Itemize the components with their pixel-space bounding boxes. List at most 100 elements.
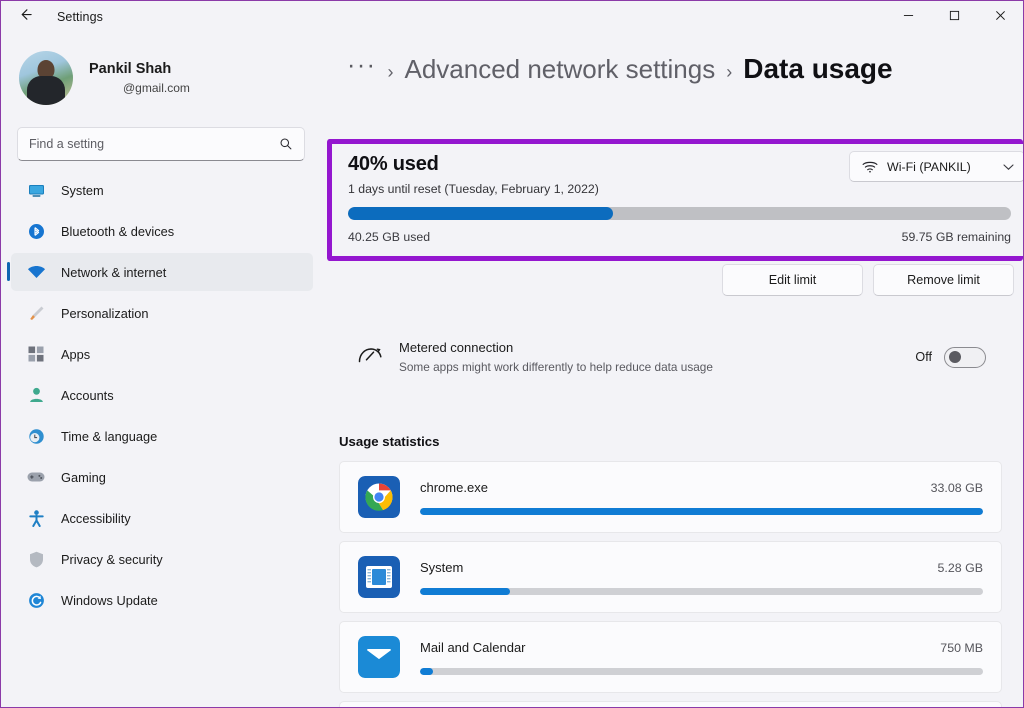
gamepad-icon — [25, 467, 47, 487]
data-usage-progress-fill — [348, 207, 614, 220]
breadcrumb-separator-icon: › — [726, 62, 733, 82]
app-size: 5.28 GB — [937, 560, 983, 575]
breadcrumb: ··· › Advanced network settings › Data u… — [321, 33, 1023, 95]
clock-globe-icon — [25, 426, 47, 446]
search-input[interactable] — [29, 137, 279, 151]
shield-icon — [25, 549, 47, 569]
list-item-body: System 5.28 GB — [420, 560, 983, 595]
sidebar-item-label: Time & language — [61, 428, 158, 444]
app-usage-bar-fill — [420, 507, 983, 515]
usage-statistics-list: chrome.exe 33.08 GB System 5.28 GB Mail … — [339, 461, 1002, 707]
list-item[interactable]: Windows Web Experience Pack 235 MB — [339, 701, 1002, 707]
settings-window: Settings Pankil Shah @gmail.com Find a s… — [0, 0, 1024, 708]
sidebar-item-time-language[interactable]: Time & language — [11, 417, 313, 455]
sidebar-item-label: Accounts — [61, 387, 114, 403]
avatar — [19, 51, 73, 105]
metered-connection-card[interactable]: Metered connection Some apps might work … — [339, 319, 1002, 395]
sidebar-item-label: Bluetooth & devices — [61, 223, 175, 239]
person-icon — [25, 385, 47, 405]
breadcrumb-overflow-button[interactable]: ··· — [347, 53, 376, 78]
app-usage-bar — [420, 507, 983, 515]
sidebar-item-system[interactable]: System — [11, 171, 313, 209]
data-remaining-label: 59.75 GB remaining — [901, 230, 1011, 244]
system-window-icon — [358, 556, 400, 598]
app-usage-bar — [420, 667, 983, 675]
usage-statistics-heading: Usage statistics — [339, 434, 440, 449]
app-usage-bar-fill — [420, 587, 511, 595]
sidebar-item-apps[interactable]: Apps — [11, 335, 313, 373]
maximize-icon — [949, 8, 960, 26]
sidebar-item-label: Accessibility — [61, 510, 131, 526]
metered-connection-title: Metered connection — [399, 340, 514, 355]
edit-limit-button[interactable]: Edit limit — [722, 264, 863, 296]
sidebar-item-label: Gaming — [61, 469, 106, 485]
data-usage-summary-card: 40% used 1 days until reset (Tuesday, Fe… — [348, 147, 1023, 253]
maximize-button[interactable] — [931, 1, 977, 33]
minimize-button[interactable] — [885, 1, 931, 33]
sidebar-item-windows-update[interactable]: Windows Update — [11, 581, 313, 619]
data-usage-progress-bar — [348, 207, 1011, 220]
sidebar: Pankil Shah @gmail.com Find a setting Sy… — [1, 33, 321, 707]
metered-connection-subtitle: Some apps might work differently to help… — [399, 360, 713, 374]
sidebar-item-privacy-security[interactable]: Privacy & security — [11, 540, 313, 578]
sidebar-item-label: Windows Update — [61, 592, 158, 608]
limit-buttons-group: Edit limit Remove limit — [722, 264, 1014, 296]
metered-connection-texts: Metered connection Some apps might work … — [399, 340, 915, 374]
metered-toggle-state-label: Off — [915, 350, 932, 364]
search-box[interactable] — [17, 127, 305, 161]
titlebar: Settings — [1, 1, 1023, 33]
sidebar-item-label: System — [61, 182, 104, 198]
sidebar-item-bluetooth-devices[interactable]: Bluetooth & devices — [11, 212, 313, 250]
sidebar-item-personalization[interactable]: Personalization — [11, 294, 313, 332]
main-content: ··· › Advanced network settings › Data u… — [321, 33, 1023, 707]
caption-buttons — [885, 1, 1023, 33]
list-item[interactable]: System 5.28 GB — [339, 541, 1002, 613]
search-icon — [279, 137, 293, 151]
sidebar-item-gaming[interactable]: Gaming — [11, 458, 313, 496]
list-item[interactable]: Mail and Calendar 750 MB — [339, 621, 1002, 693]
back-button[interactable] — [7, 2, 43, 32]
sidebar-item-label: Network & internet — [61, 264, 167, 280]
profile-name: Pankil Shah — [89, 61, 172, 78]
apps-grid-icon — [25, 344, 47, 364]
app-usage-bar-fill — [420, 667, 433, 675]
wifi-icon — [862, 161, 878, 173]
metered-toggle-group[interactable]: Off — [915, 346, 986, 368]
page-title: Data usage — [743, 53, 893, 84]
sidebar-item-network-internet[interactable]: Network & internet — [7, 253, 313, 291]
sidebar-nav: System Bluetooth & devices Network & int… — [1, 171, 321, 619]
sidebar-item-label: Personalization — [61, 305, 149, 321]
list-item[interactable]: chrome.exe 33.08 GB — [339, 461, 1002, 533]
close-icon — [995, 8, 1006, 26]
list-item-body: chrome.exe 33.08 GB — [420, 480, 983, 515]
profile-card[interactable]: Pankil Shah @gmail.com — [1, 33, 321, 121]
close-button[interactable] — [977, 1, 1023, 33]
list-item-body: Mail and Calendar 750 MB — [420, 640, 983, 675]
profile-text: Pankil Shah @gmail.com — [89, 60, 190, 96]
data-usage-legend: 40.25 GB used 59.75 GB remaining — [348, 230, 1011, 244]
monitor-icon — [25, 180, 47, 200]
breadcrumb-separator-icon: › — [387, 62, 394, 82]
refresh-circle-icon — [25, 590, 47, 610]
mail-icon — [358, 636, 400, 678]
sidebar-item-accounts[interactable]: Accounts — [11, 376, 313, 414]
chevron-down-icon — [1003, 163, 1014, 171]
toggle-knob — [949, 351, 961, 363]
sidebar-item-accessibility[interactable]: Accessibility — [11, 499, 313, 537]
network-select-label: Wi-Fi (PANKIL) — [887, 159, 971, 174]
back-arrow-icon — [18, 7, 33, 27]
app-size: 33.08 GB — [930, 480, 983, 495]
minimize-icon — [903, 8, 914, 26]
metered-connection-toggle[interactable] — [944, 346, 986, 368]
app-usage-bar — [420, 587, 983, 595]
network-select-dropdown[interactable]: Wi-Fi (PANKIL) — [849, 151, 1023, 182]
app-name: Mail and Calendar — [420, 639, 526, 655]
sidebar-item-label: Apps — [61, 346, 91, 362]
sidebar-item-label: Privacy & security — [61, 551, 163, 567]
app-name: chrome.exe — [420, 479, 488, 495]
data-used-label: 40.25 GB used — [348, 230, 431, 244]
app-title: Settings — [57, 10, 103, 24]
remove-limit-button[interactable]: Remove limit — [873, 264, 1014, 296]
wifi-icon — [25, 262, 47, 282]
breadcrumb-link-advanced-network-settings[interactable]: Advanced network settings — [404, 54, 715, 85]
